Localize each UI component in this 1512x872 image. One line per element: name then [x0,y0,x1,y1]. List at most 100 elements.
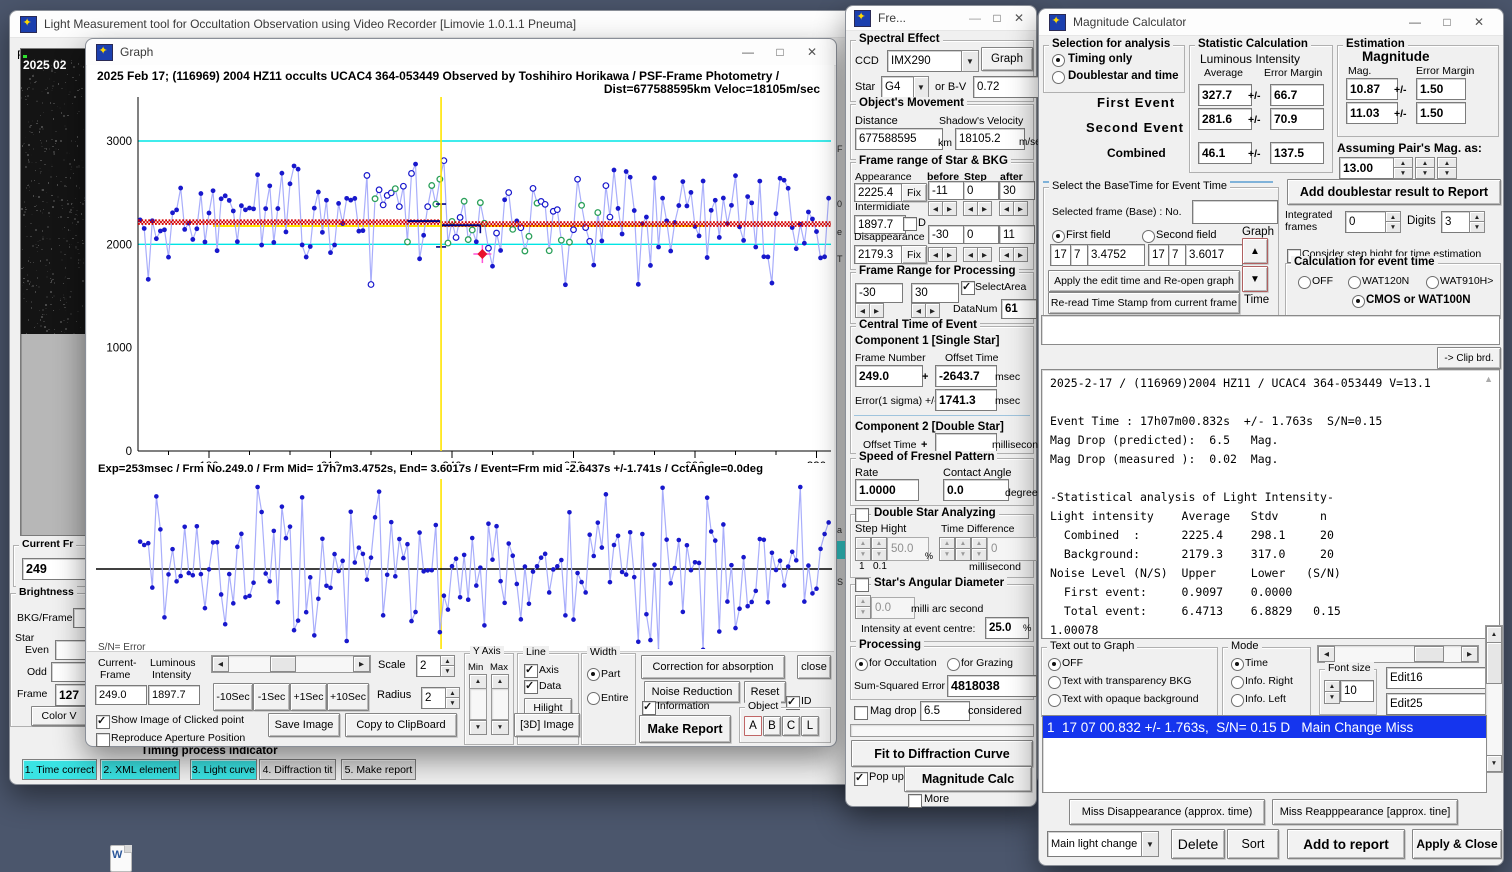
more-checkbox[interactable] [908,794,922,808]
after-right-icon[interactable]: ▶ [1013,201,1028,216]
assume-down2-icon[interactable]: ▼ [1415,167,1435,179]
hscroll-left-icon[interactable]: ◀ [1318,646,1335,662]
proc-to-right-icon[interactable]: ▶ [925,303,940,318]
mag-close-icon[interactable]: ✕ [1465,10,1493,34]
miss-reappearance-button[interactable]: Miss Reapppearance [approx. tine] [1272,799,1458,825]
step2-right-icon[interactable]: ▶ [977,247,992,262]
after-left-icon[interactable]: ◀ [999,201,1014,216]
offset-time-field[interactable]: -2643.7 [935,365,997,387]
graph-down-button[interactable]: ▼ [1242,266,1268,292]
textout-opaque-radio[interactable] [1048,694,1061,707]
fre-close-icon[interactable]: ✕ [1010,6,1028,30]
combined-avg-field[interactable]: 46.1 [1198,142,1252,164]
tab-time-correct[interactable]: 1. Time correct [22,759,97,780]
first-avg-field[interactable]: 327.7 [1198,84,1252,106]
d-checkbox[interactable] [903,217,917,231]
star-dropdown-icon[interactable]: ▼ [913,76,929,98]
graph-close-icon[interactable]: ✕ [798,40,826,64]
sort-button[interactable]: Sort [1227,829,1279,859]
graph-maximize-icon[interactable]: □ [766,40,794,64]
save-image-button[interactable]: Save Image [268,713,340,737]
off-radio[interactable] [1298,276,1311,289]
apply-edit-time-button[interactable]: Apply the edit time and Re-open graph [1048,270,1240,292]
before2-right-icon[interactable]: ▶ [942,247,957,262]
first-field-radio[interactable] [1052,230,1065,243]
object-b-button[interactable]: B [763,716,781,736]
make-report-button[interactable]: Make Report [639,715,731,743]
double-star-checkbox[interactable] [855,508,869,522]
step2-left-icon[interactable]: ◀ [963,247,978,262]
distance-field[interactable]: 677588595 [855,128,943,150]
mag-titlebar[interactable]: Magnitude Calculator — □ ✕ [1039,9,1503,36]
color-v-button[interactable]: Color V [31,706,87,726]
before-right-icon[interactable]: ▶ [942,201,957,216]
combined-err-field[interactable]: 137.5 [1270,142,1324,164]
plus-10sec-button[interactable]: +10Sec [327,683,369,711]
disappearance-field[interactable]: 2179.3 [854,245,906,264]
ymin-down-icon[interactable]: ▼ [469,720,487,735]
td1-down-icon[interactable]: ▼ [939,548,955,561]
cmos-radio[interactable] [1352,295,1365,308]
residuals-chart[interactable] [94,479,834,649]
before2-left-icon[interactable]: ◀ [928,247,943,262]
mag-drop-field[interactable]: 6.5 [920,701,970,721]
velocity-field[interactable]: 18105.2 [955,128,1025,150]
tab-xml-element[interactable]: 2. XML element [100,759,180,780]
selected-frame-field[interactable] [1192,200,1278,224]
second-err-field[interactable]: 70.9 [1270,108,1324,130]
second-avg-field[interactable]: 281.6 [1198,108,1252,130]
frame-scrollbar-thumb[interactable] [270,656,296,672]
font-size-field[interactable]: 10 [1340,680,1374,702]
ymax-up-icon[interactable]: ▲ [491,674,509,689]
first-mag-field[interactable]: 10.87 [1346,78,1398,100]
scroll-right-icon[interactable]: ▶ [353,656,370,672]
hscroll-right-icon[interactable]: ▶ [1461,646,1478,662]
after2-field[interactable]: 11 [999,225,1035,244]
time-difference-field[interactable]: 0 [987,537,1037,561]
event-list-box[interactable]: 1 17 07 00.832 +/- 1.763s, S/N= 0.15 D M… [1042,715,1487,793]
step-field[interactable]: 0 [963,181,999,200]
event-list-selected-row[interactable]: 1 17 07 00.832 +/- 1.763s, S/N= 0.15 D M… [1043,716,1486,738]
copy-clipboard-button[interactable]: Copy to ClipBoard [345,713,457,737]
ccd-dropdown-icon[interactable]: ▼ [961,50,979,72]
part-radio[interactable] [587,668,600,681]
ccd-select[interactable]: IMX290 [887,50,969,72]
occultation-radio[interactable] [855,658,868,671]
minus-10sec-button[interactable]: -10Sec [213,683,253,711]
graph-titlebar[interactable]: Graph — □ ✕ [86,39,836,66]
first-err-field[interactable]: 66.7 [1270,84,1324,106]
object-c-button[interactable]: C [782,716,800,736]
tab-make-report[interactable]: 5. Make report [341,759,416,780]
bv-field[interactable]: 0.72 [973,76,1039,98]
luminous-intensity-field[interactable]: 1897.7 [148,685,200,705]
popup-checkbox[interactable] [854,772,868,786]
hscroll-thumb[interactable] [1414,646,1444,662]
ymax-slider[interactable] [491,688,509,720]
assume-down3-icon[interactable]: ▼ [1437,167,1457,179]
light-curve-chart[interactable]: 1802102402703003300100020003000 [94,89,834,463]
proc-from-right-icon[interactable]: ▶ [869,303,884,318]
mag-maximize-icon[interactable]: □ [1433,10,1461,34]
proc-from-field[interactable]: -30 [855,283,903,303]
add-doublestar-button[interactable]: Add doublestar result to Report [1287,179,1501,205]
integrated-down-icon[interactable]: ▼ [1385,221,1401,233]
sse-field[interactable]: 4818038 [947,675,1037,697]
appearance-field[interactable]: 2225.4 [854,183,906,202]
delete-button[interactable]: Delete [1171,829,1225,859]
axis-checkbox[interactable] [524,664,538,678]
reproduce-aperture-checkbox[interactable] [96,733,110,747]
sh1-down-icon[interactable]: ▼ [855,548,871,561]
fit-diffraction-button[interactable]: Fit to Diffraction Curve [851,740,1033,767]
mode-info-right-radio[interactable] [1231,676,1244,689]
fre-minimize-icon[interactable]: — [966,6,984,30]
current-frame-field[interactable]: 249 [22,558,88,580]
radius-down-icon[interactable]: ▼ [445,697,460,709]
object-l-button[interactable]: L [801,716,819,736]
doublestar-time-radio[interactable] [1052,71,1065,84]
proc-from-left-icon[interactable]: ◀ [855,303,870,318]
second-mag-err-field[interactable]: 1.50 [1416,102,1466,124]
apply-close-button[interactable]: Apply & Close [1412,829,1502,859]
data-checkbox[interactable] [524,680,538,694]
before-left-icon[interactable]: ◀ [928,201,943,216]
correction-absorption-button[interactable]: Correction for absorption [641,655,785,679]
